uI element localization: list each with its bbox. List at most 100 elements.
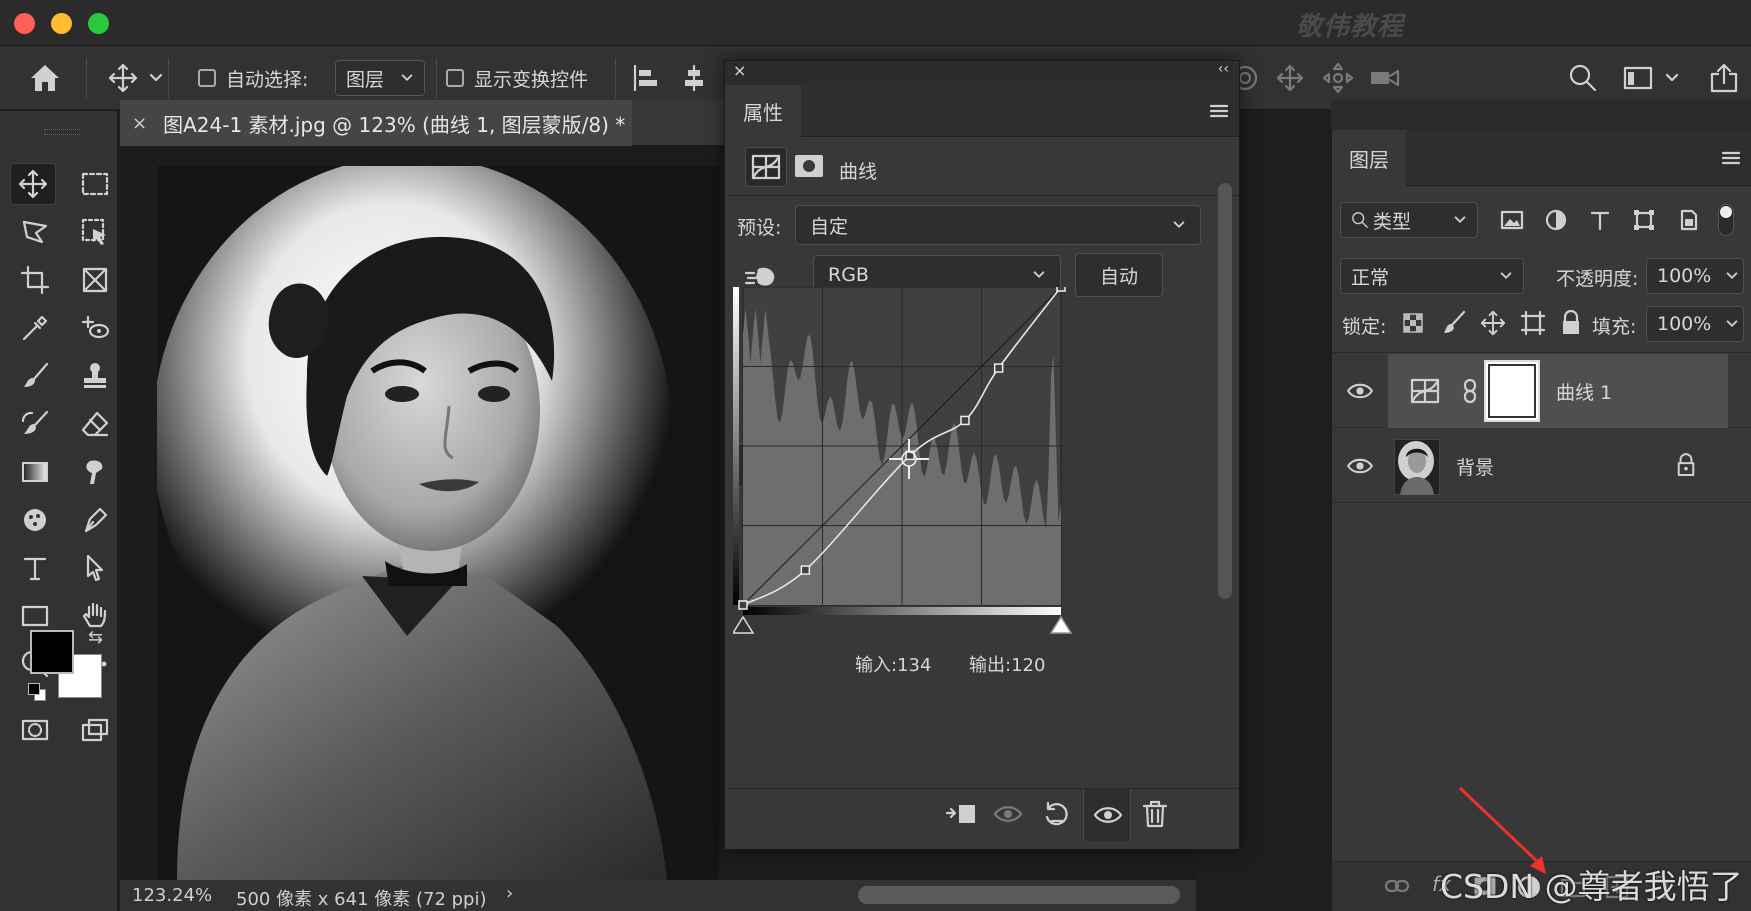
auto-button[interactable]: 自动 bbox=[1075, 253, 1163, 297]
shape-layer-filter-icon[interactable] bbox=[1632, 208, 1656, 232]
lock-artboard-icon[interactable] bbox=[1520, 310, 1546, 336]
opacity-field[interactable]: 100% bbox=[1646, 258, 1744, 294]
panel-menu-icon[interactable] bbox=[1209, 103, 1229, 119]
spot-healing-tool[interactable] bbox=[72, 307, 118, 349]
chevron-down-icon bbox=[401, 74, 413, 81]
curves-graph[interactable] bbox=[733, 287, 1083, 697]
chevron-down-icon bbox=[1726, 272, 1738, 279]
document-image[interactable] bbox=[157, 166, 719, 880]
layer-row[interactable]: 背景 bbox=[1332, 429, 1751, 503]
zoom-level[interactable]: 123.24% bbox=[132, 885, 212, 906]
gradient-tool[interactable] bbox=[12, 451, 58, 493]
visibility-eye-icon[interactable] bbox=[1346, 380, 1374, 402]
layer-mask-icon[interactable] bbox=[793, 151, 825, 181]
chevron-down-icon bbox=[1173, 221, 1185, 228]
marquee-tool[interactable] bbox=[72, 163, 118, 205]
default-colors-icon[interactable] bbox=[28, 683, 46, 701]
delete-icon[interactable] bbox=[1141, 799, 1169, 829]
maximize-window-button[interactable] bbox=[88, 13, 109, 34]
document-title: 图A24-1 素材.jpg @ 123% (曲线 1, 图层蒙版/8) * bbox=[163, 112, 626, 137]
lock-transparent-pixels-icon[interactable] bbox=[1402, 312, 1424, 334]
adjustment-layer-filter-icon[interactable] bbox=[1544, 208, 1568, 232]
close-window-button[interactable] bbox=[14, 13, 35, 34]
layer-filter-dropdown[interactable]: 类型 bbox=[1340, 202, 1478, 238]
properties-scrollbar[interactable] bbox=[1218, 183, 1232, 599]
history-brush-tool[interactable] bbox=[12, 403, 58, 445]
dodge-tool[interactable] bbox=[12, 499, 58, 541]
link-icon[interactable] bbox=[1462, 378, 1478, 404]
type-tool[interactable] bbox=[12, 547, 58, 589]
auto-select-dropdown[interactable]: 图层 bbox=[335, 60, 425, 96]
chevron-down-icon bbox=[1726, 320, 1738, 327]
properties-panel-header[interactable]: × ‹‹ bbox=[725, 61, 1239, 85]
status-menu-icon[interactable]: › bbox=[506, 883, 513, 904]
close-document-icon[interactable]: × bbox=[132, 113, 147, 134]
frame-tool[interactable] bbox=[72, 259, 118, 301]
smart-object-filter-icon[interactable] bbox=[1676, 208, 1700, 232]
move-icon bbox=[18, 169, 48, 199]
object-selection-tool[interactable] bbox=[72, 211, 118, 253]
frame-icon bbox=[82, 267, 108, 293]
panel-menu-icon[interactable] bbox=[1721, 150, 1741, 166]
clip-to-layer-icon[interactable] bbox=[945, 801, 979, 827]
toolbar-grip[interactable] bbox=[44, 129, 80, 135]
share-icon bbox=[1710, 63, 1738, 93]
align-center-icon bbox=[685, 64, 703, 92]
curve-control-point[interactable] bbox=[1056, 287, 1066, 292]
curves-adjustment-icon[interactable] bbox=[745, 147, 787, 187]
curve-control-point[interactable] bbox=[993, 363, 1004, 373]
curve-control-point[interactable] bbox=[738, 600, 748, 610]
tab-layers[interactable]: 图层 bbox=[1332, 130, 1406, 186]
preset-dropdown[interactable]: 自定 bbox=[795, 205, 1201, 245]
home-button[interactable] bbox=[28, 46, 62, 110]
tab-properties[interactable]: 属性 bbox=[725, 85, 801, 137]
eyedropper-tool[interactable] bbox=[12, 307, 58, 349]
type-layer-filter-icon[interactable] bbox=[1588, 208, 1612, 232]
lock-all-icon[interactable] bbox=[1560, 310, 1582, 336]
eraser-tool[interactable] bbox=[72, 403, 118, 445]
document-tab[interactable]: × 图A24-1 素材.jpg @ 123% (曲线 1, 图层蒙版/8) * bbox=[120, 100, 632, 146]
lasso-tool[interactable] bbox=[12, 211, 58, 253]
path-selection-tool[interactable] bbox=[72, 547, 118, 589]
layer-row[interactable]: 曲线 1 bbox=[1332, 354, 1751, 428]
reset-icon[interactable] bbox=[1041, 799, 1071, 829]
close-panel-icon[interactable]: × bbox=[733, 61, 746, 80]
curve-control-point[interactable] bbox=[800, 565, 811, 575]
object-selection-icon bbox=[81, 218, 106, 245]
swap-colors-icon[interactable]: ⇆ bbox=[88, 627, 103, 648]
toggle-visibility-button[interactable] bbox=[1083, 789, 1131, 841]
minimize-window-button[interactable] bbox=[51, 13, 72, 34]
collapse-panel-icon[interactable]: ‹‹ bbox=[1218, 61, 1229, 77]
clone-stamp-tool[interactable] bbox=[72, 355, 118, 397]
layer-mask-thumbnail[interactable] bbox=[1484, 360, 1540, 422]
black-input-slider[interactable] bbox=[733, 615, 755, 634]
fill-field[interactable]: 100% bbox=[1646, 306, 1744, 342]
input-gradient-bar bbox=[743, 607, 1061, 615]
visibility-eye-icon[interactable] bbox=[1346, 455, 1374, 477]
blend-mode-dropdown[interactable]: 正常 bbox=[1340, 258, 1524, 294]
spot-healing-icon bbox=[81, 315, 110, 339]
adjustment-title: 曲线 bbox=[839, 161, 878, 183]
lock-icon bbox=[1677, 453, 1695, 477]
screen-mode-button[interactable] bbox=[72, 709, 118, 751]
quick-mask-button[interactable] bbox=[12, 709, 58, 751]
link-layers-icon[interactable] bbox=[1384, 876, 1410, 896]
smudge-tool[interactable] bbox=[72, 451, 118, 493]
screen-mode-icon bbox=[81, 718, 109, 742]
curves-layer-icon bbox=[1410, 378, 1440, 404]
brush-tool[interactable] bbox=[12, 355, 58, 397]
curve-control-point[interactable] bbox=[960, 415, 970, 426]
white-input-slider[interactable] bbox=[1049, 615, 1073, 634]
3d-pan-button[interactable] bbox=[1275, 46, 1305, 110]
pen-tool[interactable] bbox=[72, 499, 118, 541]
filter-toggle[interactable] bbox=[1718, 204, 1734, 236]
move-tool[interactable] bbox=[10, 163, 56, 205]
view-previous-state-icon[interactable] bbox=[993, 801, 1027, 827]
foreground-color-swatch[interactable] bbox=[30, 630, 74, 674]
lock-image-pixels-icon[interactable] bbox=[1442, 310, 1466, 336]
lock-position-icon[interactable] bbox=[1480, 310, 1506, 336]
horizontal-scrollbar[interactable] bbox=[858, 886, 1180, 904]
crop-tool[interactable] bbox=[12, 259, 58, 301]
layers-panel-header[interactable] bbox=[1331, 100, 1751, 130]
pixel-layer-filter-icon[interactable] bbox=[1500, 208, 1524, 232]
